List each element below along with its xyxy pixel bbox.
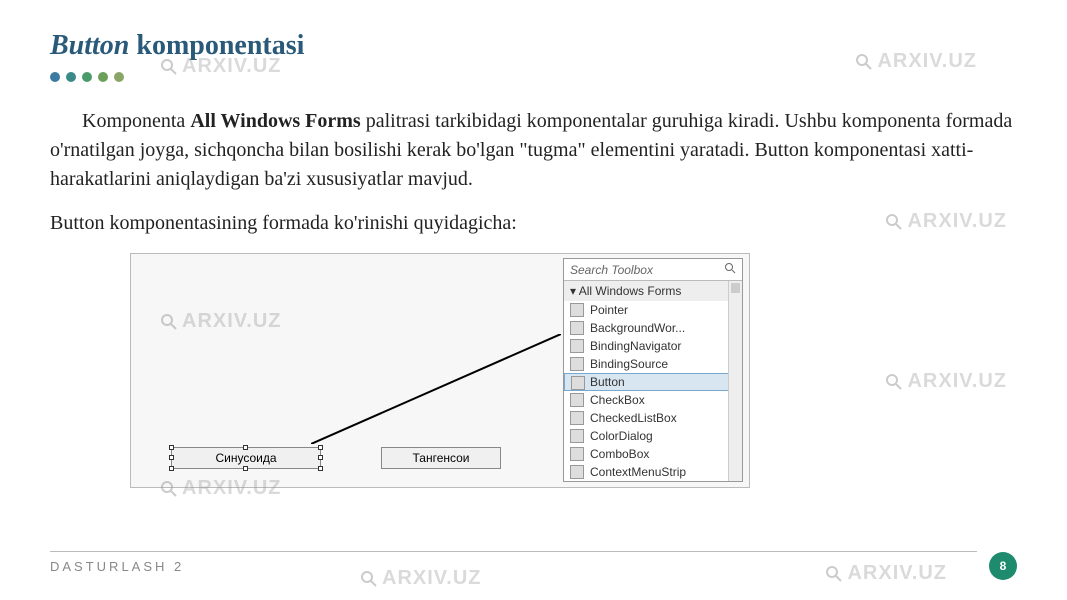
- watermark: ARXIV.UZ: [885, 210, 1007, 233]
- form-button[interactable]: Тангенсои: [381, 447, 501, 469]
- form-button-selected[interactable]: Синусоида: [171, 447, 321, 469]
- resize-handle[interactable]: [318, 466, 323, 471]
- component-icon: [570, 357, 584, 371]
- toolbox-search[interactable]: Search Toolbox: [564, 259, 742, 281]
- resize-handle[interactable]: [243, 466, 248, 471]
- watermark-text: ARXIV.UZ: [182, 310, 282, 333]
- toolbox-item-label: BackgroundWor...: [590, 321, 685, 335]
- toolbox-item-label: ColorDialog: [590, 429, 653, 443]
- toolbox-group-header[interactable]: ▾ All Windows Forms: [564, 281, 742, 301]
- scrollbar[interactable]: [728, 281, 742, 481]
- title-italic: Button: [50, 30, 129, 61]
- toolbox-item[interactable]: ColorDialog: [564, 427, 742, 445]
- toolbox-search-placeholder: Search Toolbox: [570, 263, 653, 277]
- resize-handle[interactable]: [169, 455, 174, 460]
- toolbox-item-label: CheckBox: [590, 393, 645, 407]
- toolbox-item-label: Button: [590, 375, 625, 389]
- toolbox-item-label: Pointer: [590, 303, 628, 317]
- watermark: ARXIV.UZ: [885, 370, 1007, 393]
- combobox-icon: [570, 447, 584, 461]
- list-icon: [570, 411, 584, 425]
- menu-icon: [570, 465, 584, 479]
- watermark: ARXIV.UZ: [160, 55, 282, 78]
- watermark: ARXIV.UZ: [360, 567, 482, 590]
- dot: [114, 72, 124, 82]
- toolbox-item[interactable]: BindingNavigator: [564, 337, 742, 355]
- toolbox-item[interactable]: BindingSource: [564, 355, 742, 373]
- watermark-text: ARXIV.UZ: [182, 477, 282, 500]
- resize-handle[interactable]: [318, 455, 323, 460]
- dialog-icon: [570, 429, 584, 443]
- para-pre: Komponenta: [82, 110, 190, 132]
- form-button-label: Синусоида: [215, 451, 276, 465]
- dot: [82, 72, 92, 82]
- toolbox-group-label: All Windows Forms: [579, 284, 682, 298]
- toolbox-item[interactable]: Pointer: [564, 301, 742, 319]
- toolbox-item-label: CheckedListBox: [590, 411, 677, 425]
- embedded-screenshot: Search Toolbox ▾ All Windows Forms Point…: [130, 253, 750, 488]
- resize-handle[interactable]: [169, 466, 174, 471]
- toolbox-panel: Search Toolbox ▾ All Windows Forms Point…: [563, 258, 743, 482]
- watermark-text: ARXIV.UZ: [877, 50, 977, 73]
- toolbox-item[interactable]: CheckedListBox: [564, 409, 742, 427]
- pointer-icon: [570, 303, 584, 317]
- footer-text: DASTURLASH 2: [50, 559, 184, 574]
- checkbox-icon: [570, 393, 584, 407]
- toolbox-item-selected[interactable]: Button: [564, 373, 742, 391]
- toolbox-item[interactable]: CheckBox: [564, 391, 742, 409]
- watermark: ARXIV.UZ: [825, 562, 947, 585]
- para-bold: All Windows Forms: [190, 110, 360, 132]
- watermark-text: ARXIV.UZ: [907, 370, 1007, 393]
- paragraph-2: Button komponentasining formada ko'rinis…: [50, 209, 1017, 238]
- component-icon: [570, 339, 584, 353]
- toolbox-item[interactable]: ContextMenuStrip: [564, 463, 742, 481]
- button-icon: [571, 376, 585, 390]
- toolbox-item-label: ComboBox: [590, 447, 649, 461]
- form-button-label: Тангенсои: [412, 451, 469, 465]
- component-icon: [570, 321, 584, 335]
- watermark-text: ARXIV.UZ: [847, 562, 947, 585]
- paragraph-1: Komponenta All Windows Forms palitrasi t…: [50, 107, 1017, 194]
- toolbox-item[interactable]: ComboBox: [564, 445, 742, 463]
- watermark-text: ARXIV.UZ: [907, 210, 1007, 233]
- dot: [50, 72, 60, 82]
- page-number-badge: 8: [989, 552, 1017, 580]
- form-designer-area: Синусоида Тангенсои: [141, 415, 541, 475]
- toolbox-item-label: BindingSource: [590, 357, 668, 371]
- search-icon: [724, 262, 736, 277]
- dot: [98, 72, 108, 82]
- dot: [66, 72, 76, 82]
- resize-handle[interactable]: [318, 445, 323, 450]
- toolbox-item-label: ContextMenuStrip: [590, 465, 686, 479]
- watermark-text: ARXIV.UZ: [382, 567, 482, 590]
- chevron-down-icon: ▾: [570, 284, 576, 298]
- toolbox-item[interactable]: BackgroundWor...: [564, 319, 742, 337]
- resize-handle[interactable]: [243, 445, 248, 450]
- watermark-text: ARXIV.UZ: [182, 55, 282, 78]
- watermark: ARXIV.UZ: [160, 477, 282, 500]
- watermark: ARXIV.UZ: [855, 50, 977, 73]
- resize-handle[interactable]: [169, 445, 174, 450]
- toolbox-item-label: BindingNavigator: [590, 339, 681, 353]
- watermark: ARXIV.UZ: [160, 310, 282, 333]
